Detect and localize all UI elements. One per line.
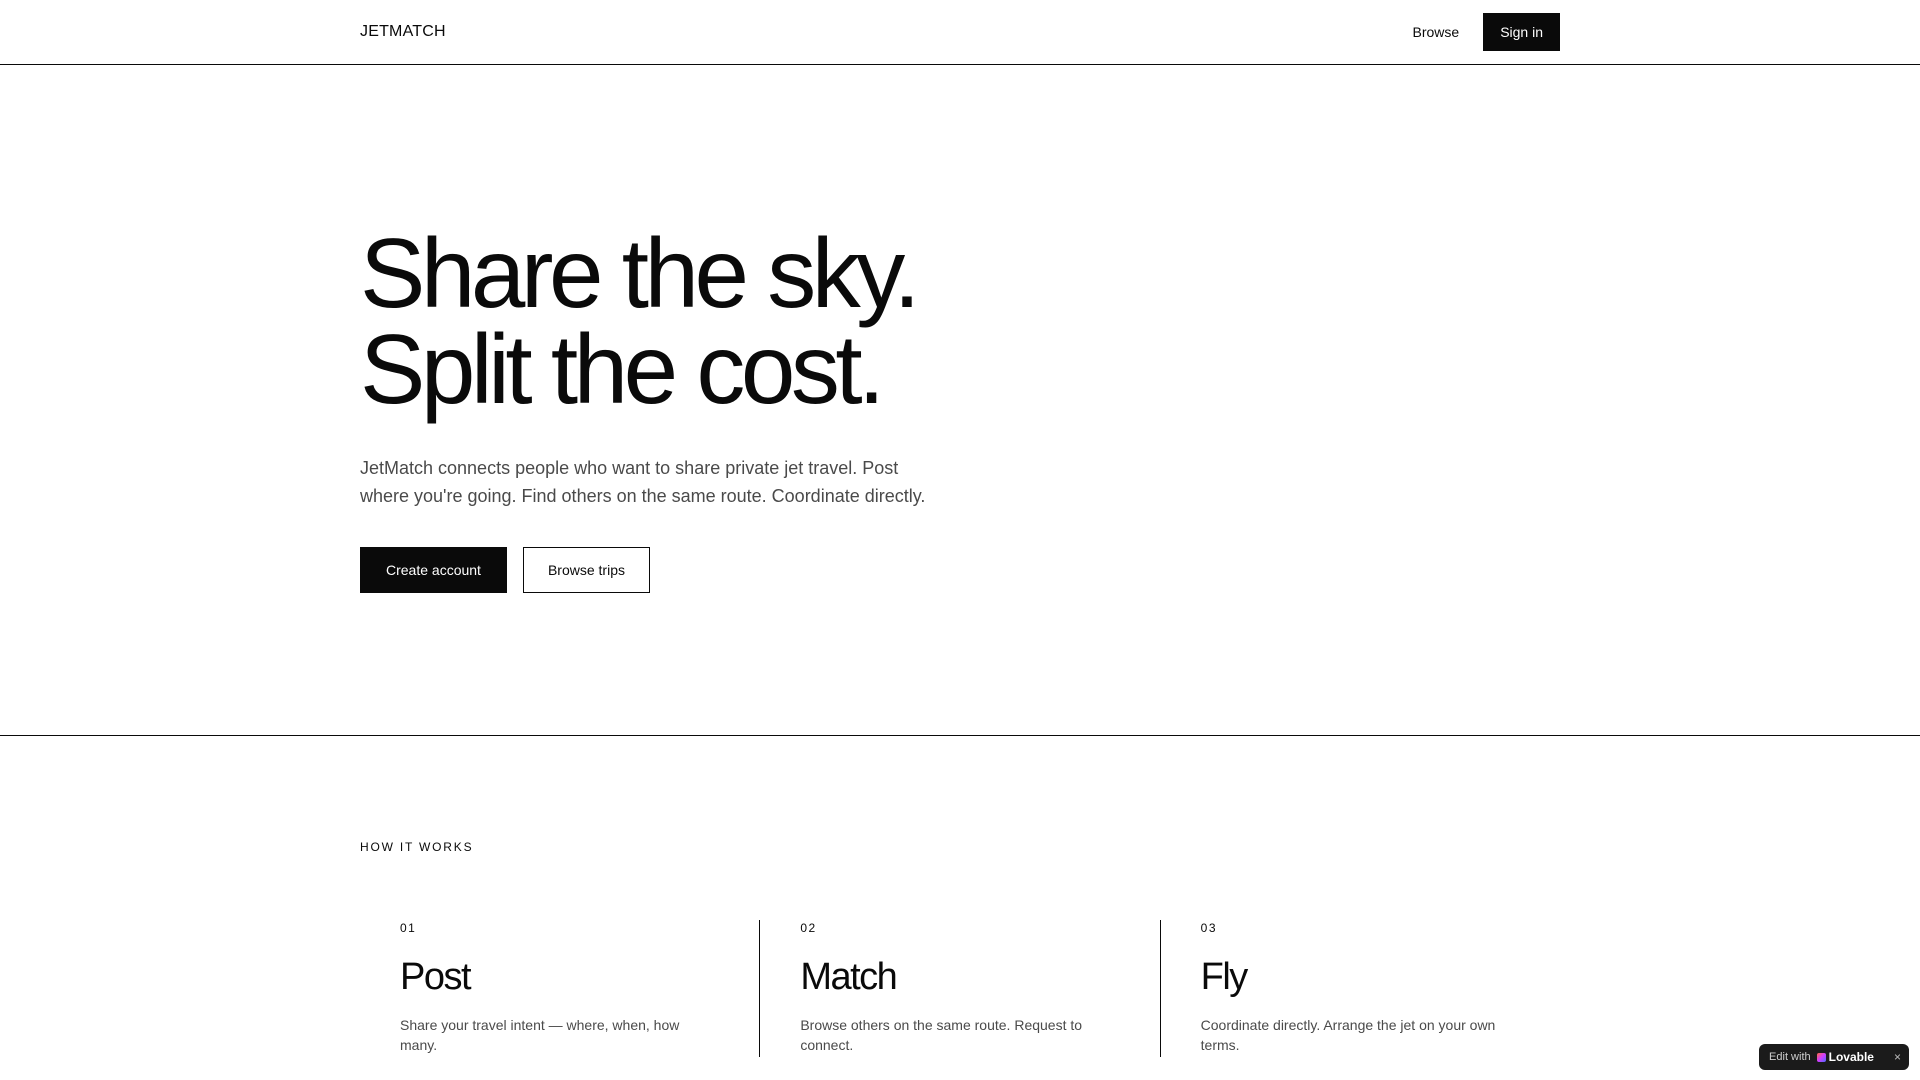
sign-in-button[interactable]: Sign in [1483,13,1560,51]
lovable-brand: Lovable [1816,1050,1874,1064]
how-it-works-section: HOW IT WORKS 01 Post Share your travel i… [0,736,1920,1057]
top-navbar: JETMATCH Browse Sign in [0,0,1920,65]
step-title: Post [400,956,472,998]
logo-link[interactable]: JETMATCH [360,23,446,41]
step-post: 01 Post Share your travel intent — where… [360,920,759,1057]
section-label: HOW IT WORKS [360,840,474,854]
step-description: Browse others on the same route. Request… [800,1017,1083,1053]
hero-title-line-2: Split the cost. [360,314,885,424]
main-nav: Browse Sign in [1413,13,1560,51]
step-title: Match [800,956,897,998]
steps-list: 01 Post Share your travel intent — where… [360,920,1560,1057]
lovable-logo-icon [1816,1052,1826,1062]
hero-container: Share the sky. Split the cost. JetMatch … [360,65,1560,593]
create-account-button[interactable]: Create account [360,547,507,593]
step-title: Fly [1200,956,1249,998]
step-number: 01 [400,921,417,935]
step-match: 02 Match Browse others on the same route… [759,920,1159,1057]
step-description: Coordinate directly. Arrange the jet on … [1200,1017,1496,1053]
step-number: 03 [1200,921,1218,935]
how-container: HOW IT WORKS 01 Post Share your travel i… [360,736,1560,1057]
hero-actions: Create account Browse trips [360,547,1560,593]
browse-link[interactable]: Browse [1413,24,1460,40]
navbar-container: JETMATCH Browse Sign in [360,0,1560,64]
hero-title: Share the sky. Split the cost. [360,218,1560,424]
hero-section: Share the sky. Split the cost. JetMatch … [0,65,1920,736]
lovable-brand-label: Lovable [1828,1050,1874,1064]
hero-description: JetMatch connects people who want to sha… [360,458,926,506]
step-description: Share your travel intent — where, when, … [400,1017,680,1053]
badge-edit-label: Edit with [1769,1051,1811,1063]
lovable-badge[interactable]: Edit with Lovable × [1759,1044,1909,1070]
browse-trips-button[interactable]: Browse trips [522,547,650,593]
step-fly: 03 Fly Coordinate directly. Arrange the … [1159,920,1560,1057]
close-icon[interactable]: × [1894,1050,1901,1064]
step-number: 02 [800,921,817,935]
hero-title-line-1: Share the sky. [360,218,921,328]
